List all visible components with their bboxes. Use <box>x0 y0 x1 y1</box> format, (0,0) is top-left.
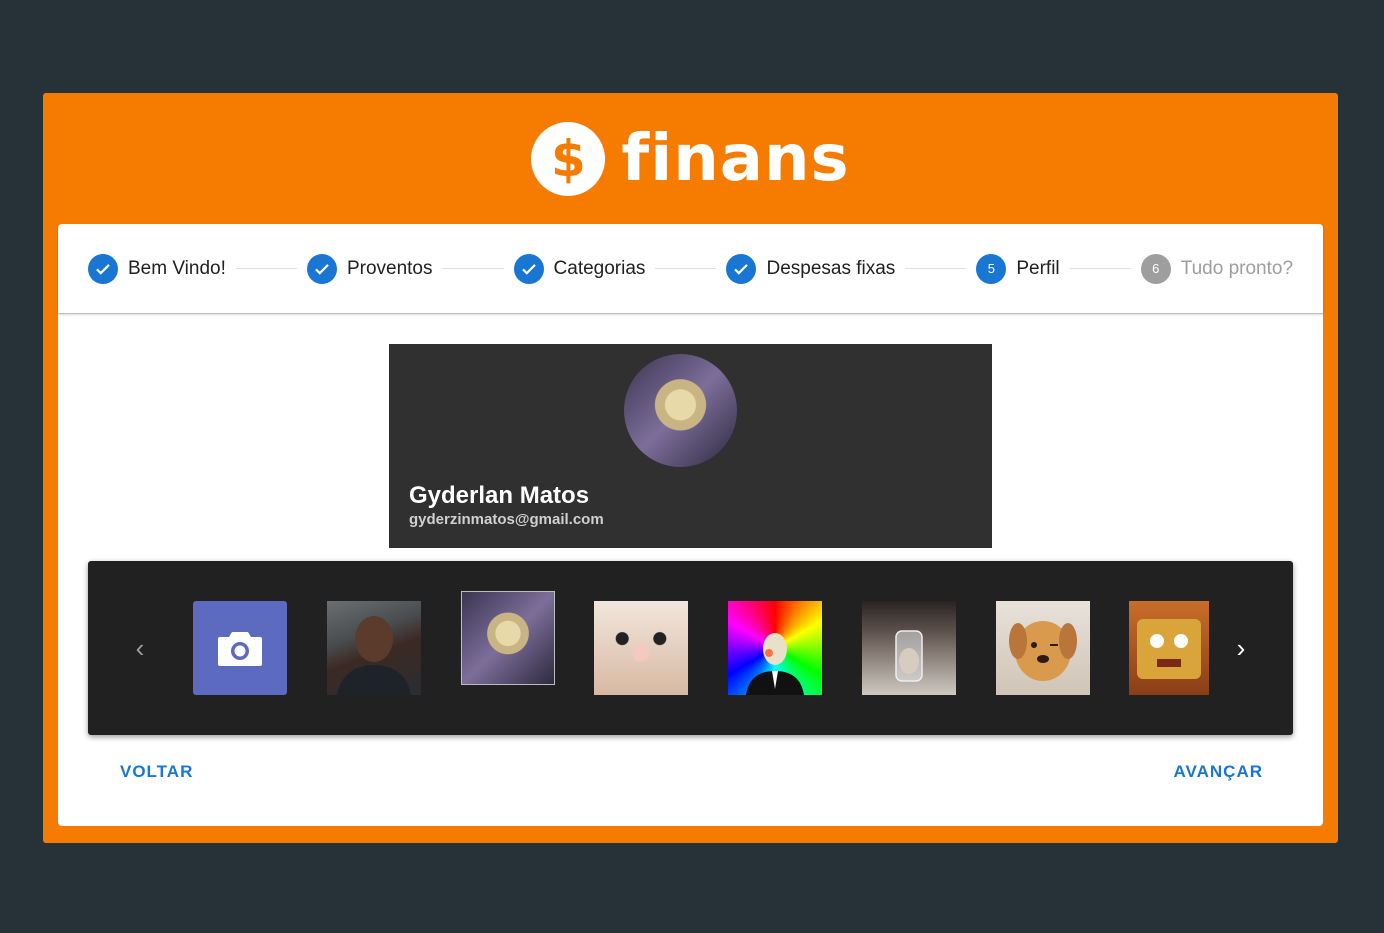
avatar-option-puppy[interactable] <box>996 601 1090 695</box>
brand-name: finans <box>621 122 850 196</box>
wizard-card: Bem Vindo! Proventos Categorias Despesas… <box>58 224 1323 826</box>
next-button[interactable]: AVANÇAR <box>1174 762 1263 782</box>
step-perfil[interactable]: 5 Perfil <box>976 253 1060 284</box>
man-photo-icon <box>337 616 411 695</box>
puppy-photo-icon <box>1009 621 1077 681</box>
step-label: Tudo pronto? <box>1180 257 1294 279</box>
step-number: 6 <box>1140 253 1171 284</box>
avatar-carousel: ‹ › <box>88 561 1293 735</box>
avatar-option-man[interactable] <box>327 601 421 695</box>
profile-email: gyderzinmatos@gmail.com <box>409 511 604 528</box>
app-frame: $ finans Bem Vindo! Proventos Categorias… <box>43 93 1338 843</box>
step-label: Categorias <box>553 257 646 279</box>
step-label: Bem Vindo! <box>128 257 226 279</box>
check-icon <box>88 253 118 284</box>
avatar <box>624 354 737 467</box>
step-bem-vindo[interactable]: Bem Vindo! <box>88 253 226 284</box>
step-connector <box>655 268 717 269</box>
check-icon <box>306 253 337 284</box>
chevron-right-icon[interactable]: › <box>1228 635 1254 661</box>
step-proventos[interactable]: Proventos <box>306 253 433 284</box>
step-categorias[interactable]: Categorias <box>513 253 646 284</box>
step-number: 5 <box>976 253 1007 284</box>
step-connector <box>442 268 504 269</box>
avatar-option-rainbow-bird[interactable] <box>728 601 822 695</box>
check-icon <box>726 253 757 284</box>
brand-logo: $ finans <box>43 121 1338 197</box>
sponge-photo-icon <box>1137 619 1201 679</box>
stepper: Bem Vindo! Proventos Categorias Despesas… <box>58 224 1323 314</box>
step-label: Despesas fixas <box>766 257 896 279</box>
step-connector <box>1069 268 1131 269</box>
check-icon <box>513 253 544 284</box>
chevron-left-icon[interactable]: ‹ <box>127 635 153 661</box>
step-connector <box>905 268 967 269</box>
step-despesas-fixas[interactable]: Despesas fixas <box>726 253 896 284</box>
dollar-coin-icon: $ <box>531 122 606 196</box>
avatar-option-glass[interactable] <box>862 601 956 695</box>
back-button[interactable]: VOLTAR <box>120 762 193 782</box>
upload-photo-button[interactable] <box>193 601 287 695</box>
glass-photo-icon <box>895 630 923 682</box>
avatar-option-duck[interactable] <box>461 591 555 685</box>
step-label: Proventos <box>346 257 433 279</box>
profile-name: Gyderlan Matos <box>409 482 590 509</box>
profile-card: Gyderlan Matos gyderzinmatos@gmail.com <box>389 344 992 548</box>
step-tudo-pronto[interactable]: 6 Tudo pronto? <box>1140 253 1294 284</box>
avatar-option-sponge[interactable] <box>1129 601 1209 695</box>
avatar-option-cat[interactable] <box>594 601 688 695</box>
bird-photo-icon <box>746 633 804 695</box>
camera-icon <box>218 632 262 666</box>
step-connector <box>235 268 297 269</box>
step-label: Perfil <box>1016 257 1060 279</box>
